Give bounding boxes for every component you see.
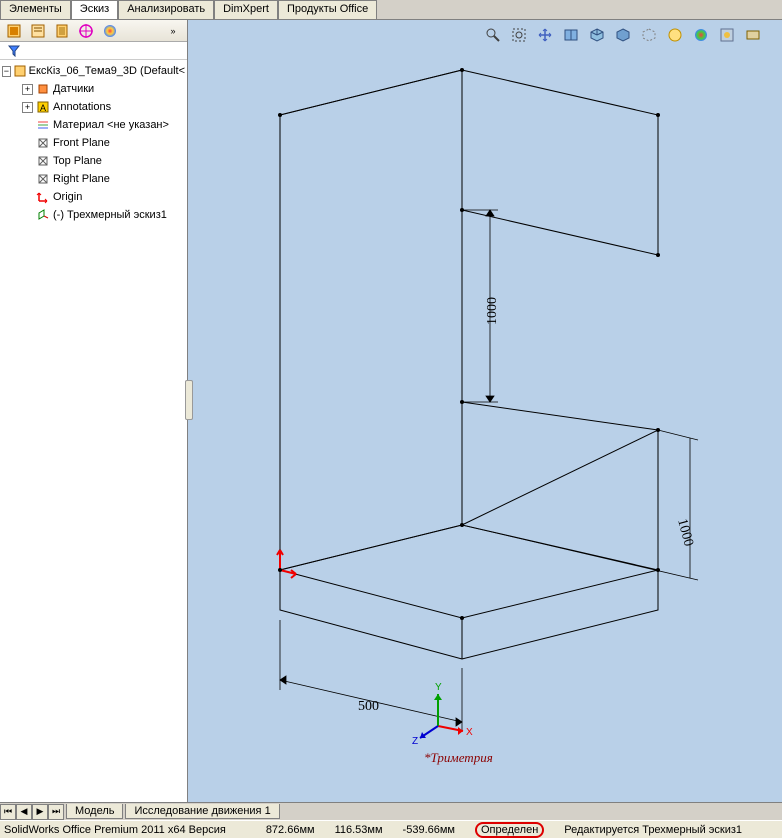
view-orient-icon[interactable] bbox=[588, 26, 606, 44]
svg-text:A: A bbox=[40, 103, 46, 113]
tree-item-sensors[interactable]: + Датчики bbox=[0, 80, 187, 98]
sketch-3d-canvas: 500 1000 1000 bbox=[238, 50, 738, 730]
appearance-icon[interactable] bbox=[100, 22, 120, 40]
plane-icon bbox=[35, 135, 51, 151]
bottom-tab-bar: ⏮ ◀ ▶ ⏭ Модель Исследование движения 1 bbox=[0, 802, 782, 820]
zoom-area-icon[interactable] bbox=[510, 26, 528, 44]
tab-model[interactable]: Модель bbox=[66, 804, 123, 819]
zoom-icon[interactable] bbox=[484, 26, 502, 44]
render-icon[interactable] bbox=[718, 26, 736, 44]
scene-icon[interactable] bbox=[666, 26, 684, 44]
sensor-icon bbox=[35, 81, 51, 97]
view-triad: X Y Z bbox=[408, 676, 478, 746]
dimension-500[interactable]: 500 bbox=[358, 699, 379, 714]
filter-row bbox=[0, 42, 187, 60]
axis-y-label: Y bbox=[435, 682, 442, 693]
nav-next-icon[interactable]: ▶ bbox=[32, 804, 48, 820]
settings-icon[interactable] bbox=[744, 26, 762, 44]
nav-first-icon[interactable]: ⏮ bbox=[0, 804, 16, 820]
nav-last-icon[interactable]: ⏭ bbox=[48, 804, 64, 820]
appearance-sphere-icon[interactable] bbox=[692, 26, 710, 44]
tree-item-label: (-) Трехмерный эскиз1 bbox=[53, 209, 167, 221]
tree-item-label: Top Plane bbox=[53, 155, 102, 167]
section-icon[interactable] bbox=[562, 26, 580, 44]
tree-item-label: Материал <не указан> bbox=[53, 119, 169, 131]
tree-item-top-plane[interactable]: Top Plane bbox=[0, 152, 187, 170]
tree-item-origin[interactable]: Origin bbox=[0, 188, 187, 206]
axis-x-label: X bbox=[466, 727, 473, 738]
annotations-icon: A bbox=[35, 99, 51, 115]
top-tab-bar: Элементы Эскиз Анализировать DimXpert Пр… bbox=[0, 0, 782, 20]
feature-manager-panel: » − ЕксКіз_06_Тема9_3D (Default< + Датчи… bbox=[0, 20, 188, 802]
plane-icon bbox=[35, 153, 51, 169]
tab-office[interactable]: Продукты Office bbox=[278, 0, 377, 19]
display-style-icon[interactable] bbox=[614, 26, 632, 44]
tab-analyze[interactable]: Анализировать bbox=[118, 0, 214, 19]
viewport-3d[interactable]: 500 1000 1000 bbox=[188, 20, 782, 802]
tab-dimxpert[interactable]: DimXpert bbox=[214, 0, 278, 19]
tree-item-label: Датчики bbox=[53, 83, 94, 95]
feature-tree-icon[interactable] bbox=[4, 22, 24, 40]
origin-icon bbox=[35, 189, 51, 205]
tree-item-annotations[interactable]: + A Annotations bbox=[0, 98, 187, 116]
nav-prev-icon[interactable]: ◀ bbox=[16, 804, 32, 820]
expand-icon[interactable]: + bbox=[22, 102, 33, 113]
hide-show-icon[interactable] bbox=[640, 26, 658, 44]
tree-root-label: ЕксКіз_06_Тема9_3D (Default< bbox=[29, 65, 185, 77]
dimension-1000-v[interactable]: 1000 bbox=[485, 297, 500, 325]
expand-icon[interactable]: − bbox=[2, 66, 11, 77]
status-product: SolidWorks Office Premium 2011 x64 Верси… bbox=[4, 824, 226, 836]
panel-toolbar: » bbox=[0, 20, 187, 42]
tree-item-label: Annotations bbox=[53, 101, 111, 113]
tree-item-label: Origin bbox=[53, 191, 82, 203]
material-icon bbox=[35, 117, 51, 133]
part-icon bbox=[13, 63, 27, 79]
tab-motion-study[interactable]: Исследование движения 1 bbox=[125, 804, 279, 819]
view-name-label: *Триметрия bbox=[424, 750, 493, 766]
status-coord1: 872.66мм bbox=[266, 824, 315, 836]
tree-item-label: Right Plane bbox=[53, 173, 110, 185]
status-coord3: -539.66мм bbox=[403, 824, 455, 836]
axis-z-label: Z bbox=[412, 736, 418, 746]
tree-item-right-plane[interactable]: Right Plane bbox=[0, 170, 187, 188]
tree-item-label: Front Plane bbox=[53, 137, 110, 149]
tree-item-material[interactable]: Материал <не указан> bbox=[0, 116, 187, 134]
sketch3d-icon bbox=[35, 207, 51, 223]
dimxpert-target-icon[interactable] bbox=[76, 22, 96, 40]
filter-icon[interactable] bbox=[4, 42, 24, 60]
tab-elements[interactable]: Элементы bbox=[0, 0, 71, 19]
overflow-icon[interactable]: » bbox=[163, 22, 183, 40]
status-bar: SolidWorks Office Premium 2011 x64 Верси… bbox=[0, 820, 782, 838]
status-editing: Редактируется Трехмерный эскиз1 bbox=[564, 824, 742, 836]
status-coord2: 116.53мм bbox=[335, 824, 383, 836]
dimension-1000-d[interactable]: 1000 bbox=[674, 517, 696, 548]
expand-icon[interactable]: + bbox=[22, 84, 33, 95]
status-defined: Определен bbox=[475, 822, 544, 838]
tree-root[interactable]: − ЕксКіз_06_Тема9_3D (Default< bbox=[0, 62, 187, 80]
tab-sketch[interactable]: Эскиз bbox=[71, 0, 118, 19]
feature-tree: − ЕксКіз_06_Тема9_3D (Default< + Датчики… bbox=[0, 60, 187, 802]
plane-icon bbox=[35, 171, 51, 187]
panel-splitter[interactable] bbox=[185, 380, 193, 420]
tree-item-front-plane[interactable]: Front Plane bbox=[0, 134, 187, 152]
pan-icon[interactable] bbox=[536, 26, 554, 44]
config-icon[interactable] bbox=[52, 22, 72, 40]
viewport-toolbar bbox=[484, 26, 762, 44]
property-icon[interactable] bbox=[28, 22, 48, 40]
tree-item-3dsketch[interactable]: (-) Трехмерный эскиз1 bbox=[0, 206, 187, 224]
